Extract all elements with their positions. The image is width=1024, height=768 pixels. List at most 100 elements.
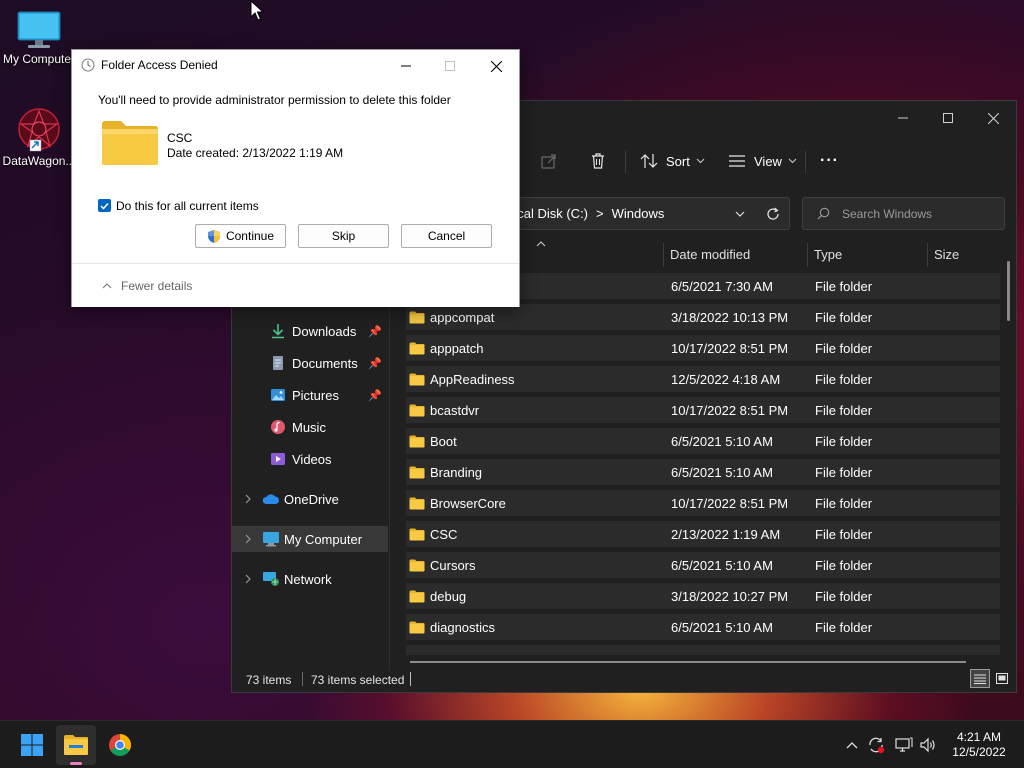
continue-button[interactable]: Continue <box>195 224 286 248</box>
close-button[interactable] <box>484 58 508 74</box>
uac-shield-icon <box>207 229 220 243</box>
do-for-all-label[interactable]: Do this for all current items <box>116 199 259 213</box>
taskbar-file-explorer[interactable] <box>56 725 96 765</box>
address-bar[interactable]: ocal Disk (C:) > Windows <box>497 197 790 230</box>
file-row[interactable]: diagnostics 6/5/2021 5:10 AM File folder <box>406 614 1000 640</box>
column-header-size[interactable]: Size <box>934 241 959 267</box>
file-row[interactable]: CSC 2/13/2022 1:19 AM File folder <box>406 521 1000 547</box>
network-monitor-icon <box>895 737 913 752</box>
volume-button[interactable] <box>918 735 938 755</box>
do-for-all-checkbox[interactable] <box>98 199 111 212</box>
sidebar-item-onedrive[interactable]: OneDrive <box>232 486 390 512</box>
chevron-right-icon[interactable] <box>244 534 252 544</box>
file-explorer-icon <box>64 735 88 755</box>
taskbar-chrome[interactable] <box>100 725 140 765</box>
sidebar-item-pictures[interactable]: Pictures 📌 <box>232 382 390 408</box>
cancel-button[interactable]: Cancel <box>401 224 492 248</box>
folder-icon <box>409 311 425 323</box>
column-header-date-modified[interactable]: Date modified <box>670 241 750 267</box>
desktop-icon-my-computer[interactable]: My Computer <box>0 10 78 66</box>
desktop-icon-datawagon[interactable]: DataWagon... <box>0 106 78 168</box>
file-name-cell: Boot <box>409 428 457 454</box>
tiles-view-button[interactable] <box>992 669 1012 688</box>
file-name-cell: Cursors <box>409 552 476 578</box>
chevron-right-icon[interactable] <box>244 494 252 504</box>
skip-button[interactable]: Skip <box>298 224 389 248</box>
more-options-icon: ··· <box>820 152 839 169</box>
details-view-button[interactable] <box>970 669 990 688</box>
fewer-details-toggle[interactable]: Fewer details <box>102 279 192 293</box>
show-hidden-icons-button[interactable] <box>842 735 862 755</box>
column-header-type[interactable]: Type <box>814 241 842 267</box>
breadcrumb-separator: > <box>596 206 604 221</box>
folder-icon <box>409 528 425 540</box>
chevron-down-icon[interactable] <box>735 211 745 217</box>
sidebar-item-label: Pictures <box>292 387 339 403</box>
folder-icon <box>409 373 425 385</box>
search-input[interactable]: Search Windows <box>802 197 1005 230</box>
file-date-modified: 6/5/2021 5:10 AM <box>671 619 773 635</box>
toolbar-divider <box>625 151 626 173</box>
sync-icon <box>869 737 885 754</box>
dialog-footer: Fewer details <box>72 263 519 307</box>
chevron-right-icon[interactable] <box>244 574 252 584</box>
file-row-partial[interactable] <box>406 645 1000 655</box>
file-row[interactable]: bcastdvr 10/17/2022 8:51 PM File folder <box>406 397 1000 423</box>
minimize-button[interactable] <box>394 58 418 74</box>
view-button[interactable]: View <box>728 149 797 173</box>
pin-icon: 📌 <box>368 325 382 338</box>
close-button[interactable] <box>970 107 1016 129</box>
sidebar-item-videos[interactable]: Videos <box>232 446 390 472</box>
file-row[interactable]: Cursors 6/5/2021 5:10 AM File folder <box>406 552 1000 578</box>
maximize-button <box>438 58 462 74</box>
sidebar-item-my-computer[interactable]: My Computer <box>232 526 388 552</box>
delete-button[interactable] <box>589 149 607 173</box>
file-type: File folder <box>815 588 873 604</box>
sidebar-item-downloads[interactable]: Downloads 📌 <box>232 318 390 344</box>
sort-button[interactable]: Sort <box>640 149 705 173</box>
breadcrumb-local-disk[interactable]: ocal Disk (C:) <box>510 206 588 221</box>
toolbar-divider <box>805 151 806 173</box>
folder-date-created: Date created: 2/13/2022 1:19 AM <box>167 146 344 160</box>
file-name-cell: appcompat <box>409 304 494 330</box>
onedrive-icon <box>262 494 279 504</box>
sidebar-item-label: Videos <box>292 451 332 467</box>
file-row[interactable]: Boot 6/5/2021 5:10 AM File folder <box>406 428 1000 454</box>
details-view-icon <box>974 674 986 684</box>
sync-status-button[interactable] <box>866 735 886 755</box>
refresh-button[interactable] <box>760 203 786 225</box>
file-name-cell: debug <box>409 583 466 609</box>
file-row[interactable]: apppatch 10/17/2022 8:51 PM File folder <box>406 335 1000 361</box>
column-separator[interactable] <box>663 243 664 267</box>
column-separator[interactable] <box>807 243 808 267</box>
sidebar-item-documents[interactable]: Documents 📌 <box>232 350 390 376</box>
vertical-scrollbar[interactable] <box>1007 261 1010 321</box>
network-icon <box>263 572 279 586</box>
start-button[interactable] <box>12 725 52 765</box>
horizontal-scrollbar[interactable] <box>410 661 966 663</box>
dialog-titlebar[interactable]: Folder Access Denied <box>72 50 519 80</box>
file-date-modified: 3/18/2022 10:13 PM <box>671 309 789 325</box>
folder-icon <box>409 497 425 509</box>
share-icon <box>541 154 556 169</box>
active-indicator <box>70 762 82 765</box>
clock[interactable]: 4:21 AM 12/5/2022 <box>944 730 1014 760</box>
more-options-button[interactable]: ··· <box>820 149 839 173</box>
file-row[interactable]: Branding 6/5/2021 5:10 AM File folder <box>406 459 1000 485</box>
file-name-cell: bcastdvr <box>409 397 479 423</box>
share-button[interactable] <box>540 149 558 173</box>
column-separator[interactable] <box>927 243 928 267</box>
file-row[interactable]: BrowserCore 10/17/2022 8:51 PM File folder <box>406 490 1000 516</box>
speaker-icon <box>920 737 935 753</box>
network-status-button[interactable] <box>894 735 914 755</box>
minimize-button[interactable] <box>880 107 926 129</box>
breadcrumb-windows[interactable]: Windows <box>612 206 665 221</box>
maximize-button[interactable] <box>925 107 971 129</box>
file-row[interactable]: AppReadiness 12/5/2022 4:18 AM File folder <box>406 366 1000 392</box>
sidebar-item-network[interactable]: Network <box>232 566 390 592</box>
sidebar-item-music[interactable]: Music <box>232 414 390 440</box>
file-row[interactable]: debug 3/18/2022 10:27 PM File folder <box>406 583 1000 609</box>
refresh-icon <box>767 207 779 220</box>
file-type: File folder <box>815 433 873 449</box>
file-row[interactable]: appcompat 3/18/2022 10:13 PM File folder <box>406 304 1000 330</box>
